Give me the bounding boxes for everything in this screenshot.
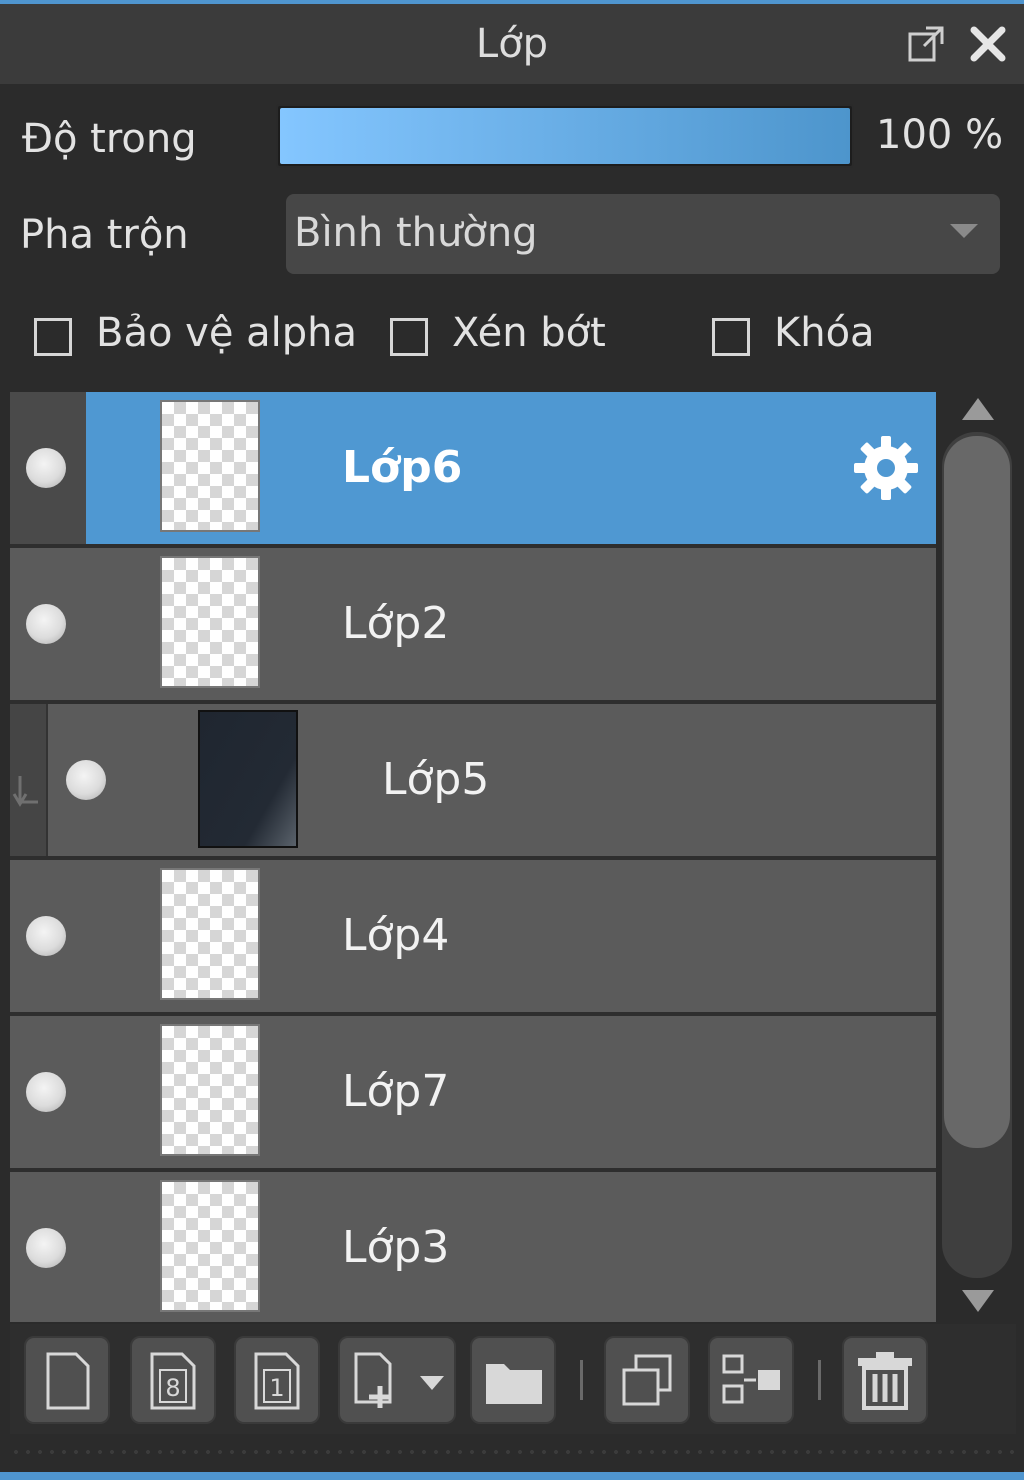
layer-name: Lớp4 (342, 910, 450, 961)
add-layer-menu-button[interactable] (338, 1336, 456, 1424)
merge-down-button[interactable] (708, 1336, 794, 1424)
folder-icon (486, 1364, 542, 1404)
panel-title: Lớp (475, 21, 549, 67)
panel-header: Lớp (0, 4, 1024, 84)
blend-label: Pha trộn (20, 212, 189, 258)
layer-row[interactable]: Lớp7 (10, 1016, 936, 1168)
new-8bit-layer-button[interactable]: 8 (130, 1336, 216, 1424)
layer-thumbnail (160, 1180, 260, 1312)
protect-alpha-label: Bảo vệ alpha (96, 310, 358, 356)
lock-checkbox[interactable]: Khóa (712, 310, 882, 370)
resize-grip[interactable] (10, 1446, 1014, 1460)
layer-name: Lớp7 (342, 1066, 450, 1117)
add-layer-menu-icon (354, 1352, 444, 1408)
scroll-up-arrow-icon[interactable] (962, 398, 994, 420)
new-layer-icon (46, 1352, 90, 1410)
layer-row-selected[interactable]: Lớp6 (10, 392, 936, 544)
new-1bit-layer-icon: 1 (254, 1352, 300, 1410)
checkbox-box[interactable] (712, 318, 750, 356)
delete-layer-button[interactable] (842, 1336, 928, 1424)
visibility-toggle-icon[interactable] (26, 604, 66, 644)
checkbox-box[interactable] (390, 318, 428, 356)
blend-mode-value: Bình thường (294, 210, 538, 256)
clipping-indicator (10, 704, 48, 856)
layer-row-clipped[interactable]: Lớp5 (10, 704, 936, 856)
visibility-toggle-icon[interactable] (26, 1228, 66, 1268)
clipping-label: Xén bớt (452, 310, 606, 356)
clipping-checkbox[interactable]: Xén bớt (390, 310, 620, 370)
layer-thumbnail (160, 868, 260, 1000)
toolbar-separator (818, 1360, 821, 1400)
popout-icon[interactable] (904, 22, 948, 66)
scrollbar-thumb[interactable] (944, 436, 1010, 1148)
layer-name: Lớp5 (382, 754, 490, 805)
badge-8-text: 8 (165, 1374, 180, 1402)
layer-row[interactable]: Lớp4 (10, 860, 936, 1012)
new-8bit-layer-icon: 8 (150, 1352, 196, 1410)
duplicate-icon (622, 1354, 672, 1406)
opacity-slider[interactable] (276, 104, 854, 168)
toolbar-separator (580, 1360, 583, 1400)
badge-1-text: 1 (269, 1374, 284, 1402)
checkbox-box[interactable] (34, 318, 72, 356)
visibility-toggle-icon[interactable] (66, 760, 106, 800)
layer-name: Lớp2 (342, 598, 450, 649)
layer-thumbnail (160, 556, 260, 688)
bottom-accent-line (0, 1472, 1024, 1480)
layer-thumbnail (160, 400, 260, 532)
clip-arrow-icon (12, 776, 38, 807)
visibility-toggle-icon[interactable] (26, 916, 66, 956)
visibility-toggle-icon[interactable] (26, 1072, 66, 1112)
lock-label: Khóa (774, 310, 875, 356)
new-layer-button[interactable] (24, 1336, 110, 1424)
protect-alpha-checkbox[interactable]: Bảo vệ alpha (34, 310, 358, 370)
new-1bit-layer-button[interactable]: 1 (234, 1336, 320, 1424)
layer-thumbnail (160, 1024, 260, 1156)
layer-name: Lớp3 (342, 1222, 450, 1273)
layer-list: Lớp6 Lớp2 Lớp5 Lớp4 Lớp7 Lớp3 (10, 392, 936, 1322)
close-icon[interactable] (966, 22, 1010, 66)
layer-row[interactable]: Lớp3 (10, 1172, 936, 1322)
visibility-toggle-icon[interactable] (26, 448, 66, 488)
gear-icon[interactable] (850, 432, 922, 504)
layer-thumbnail (198, 710, 298, 848)
opacity-value: 100 % (876, 112, 1004, 158)
new-folder-button[interactable] (470, 1336, 556, 1424)
merge-down-icon (722, 1354, 780, 1404)
blend-mode-dropdown[interactable]: Bình thường (286, 194, 1000, 274)
opacity-label: Độ trong (22, 116, 197, 162)
layer-name: Lớp6 (342, 442, 463, 493)
scroll-down-arrow-icon[interactable] (962, 1290, 994, 1312)
layer-row[interactable]: Lớp2 (10, 548, 936, 700)
delete-icon (858, 1352, 912, 1410)
opacity-slider-fill (280, 108, 850, 164)
duplicate-layer-button[interactable] (604, 1336, 690, 1424)
chevron-down-icon (950, 224, 978, 238)
